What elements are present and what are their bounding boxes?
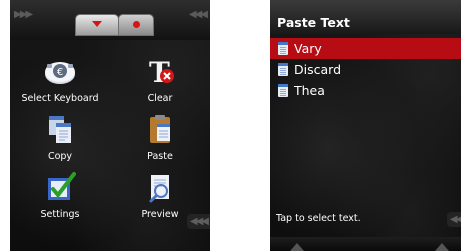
list-item-label: Discard xyxy=(294,62,341,77)
list-item-label: Vary xyxy=(294,41,322,56)
document-icon xyxy=(278,63,288,76)
document-icon xyxy=(278,84,288,97)
left-softkey-icon[interactable] xyxy=(290,243,304,251)
page-title: Paste Text xyxy=(277,15,350,30)
dropdown-triangle-icon xyxy=(92,21,102,27)
record-dot-icon xyxy=(133,21,140,28)
clear-text-icon: T xyxy=(149,56,174,88)
tab-dropdown[interactable] xyxy=(75,14,119,36)
paste-text-list: Vary Discard Thea xyxy=(270,38,461,101)
preview-button[interactable]: Preview xyxy=(110,158,210,220)
document-icon xyxy=(278,42,288,55)
scroll-left-icon[interactable]: ▶▶▶ xyxy=(14,9,33,20)
copy-button[interactable]: Copy xyxy=(10,100,110,162)
side-scroll-icon[interactable]: ◀◀◀ xyxy=(446,212,461,227)
settings-button[interactable]: Settings xyxy=(10,158,110,220)
right-softkey-icon[interactable] xyxy=(435,243,449,251)
list-item[interactable]: Thea xyxy=(270,80,461,101)
paste-text-screen: Paste Text Vary Discard Thea Tap to sele… xyxy=(270,0,461,251)
function-menu-screen: ▶▶▶ ◀◀◀ € Select Keyboard T Clear Copy P… xyxy=(10,0,210,251)
settings-label: Settings xyxy=(40,209,80,220)
softkey-bar xyxy=(270,237,461,251)
list-item-label: Thea xyxy=(294,83,325,98)
top-tab-bar: ▶▶▶ ◀◀◀ xyxy=(10,0,210,40)
svg-text:€: € xyxy=(57,67,63,78)
scroll-right-icon[interactable]: ◀◀◀ xyxy=(189,9,208,20)
paste-icon xyxy=(150,115,170,143)
list-item[interactable]: Vary xyxy=(270,38,461,59)
paste-button[interactable]: Paste xyxy=(110,100,210,162)
copy-icon xyxy=(49,116,71,143)
preview-icon xyxy=(149,175,169,203)
settings-check-icon xyxy=(48,172,76,200)
keyboard-icon: € xyxy=(45,62,75,84)
tab-record[interactable] xyxy=(118,14,154,36)
hint-text: Tap to select text. xyxy=(276,213,361,224)
list-item[interactable]: Discard xyxy=(270,59,461,80)
clear-button[interactable]: T Clear xyxy=(110,42,210,104)
title-bar: Paste Text xyxy=(270,0,461,34)
select-keyboard-button[interactable]: € Select Keyboard xyxy=(10,42,110,104)
side-scroll-icon[interactable]: ◀◀◀ xyxy=(186,214,210,229)
